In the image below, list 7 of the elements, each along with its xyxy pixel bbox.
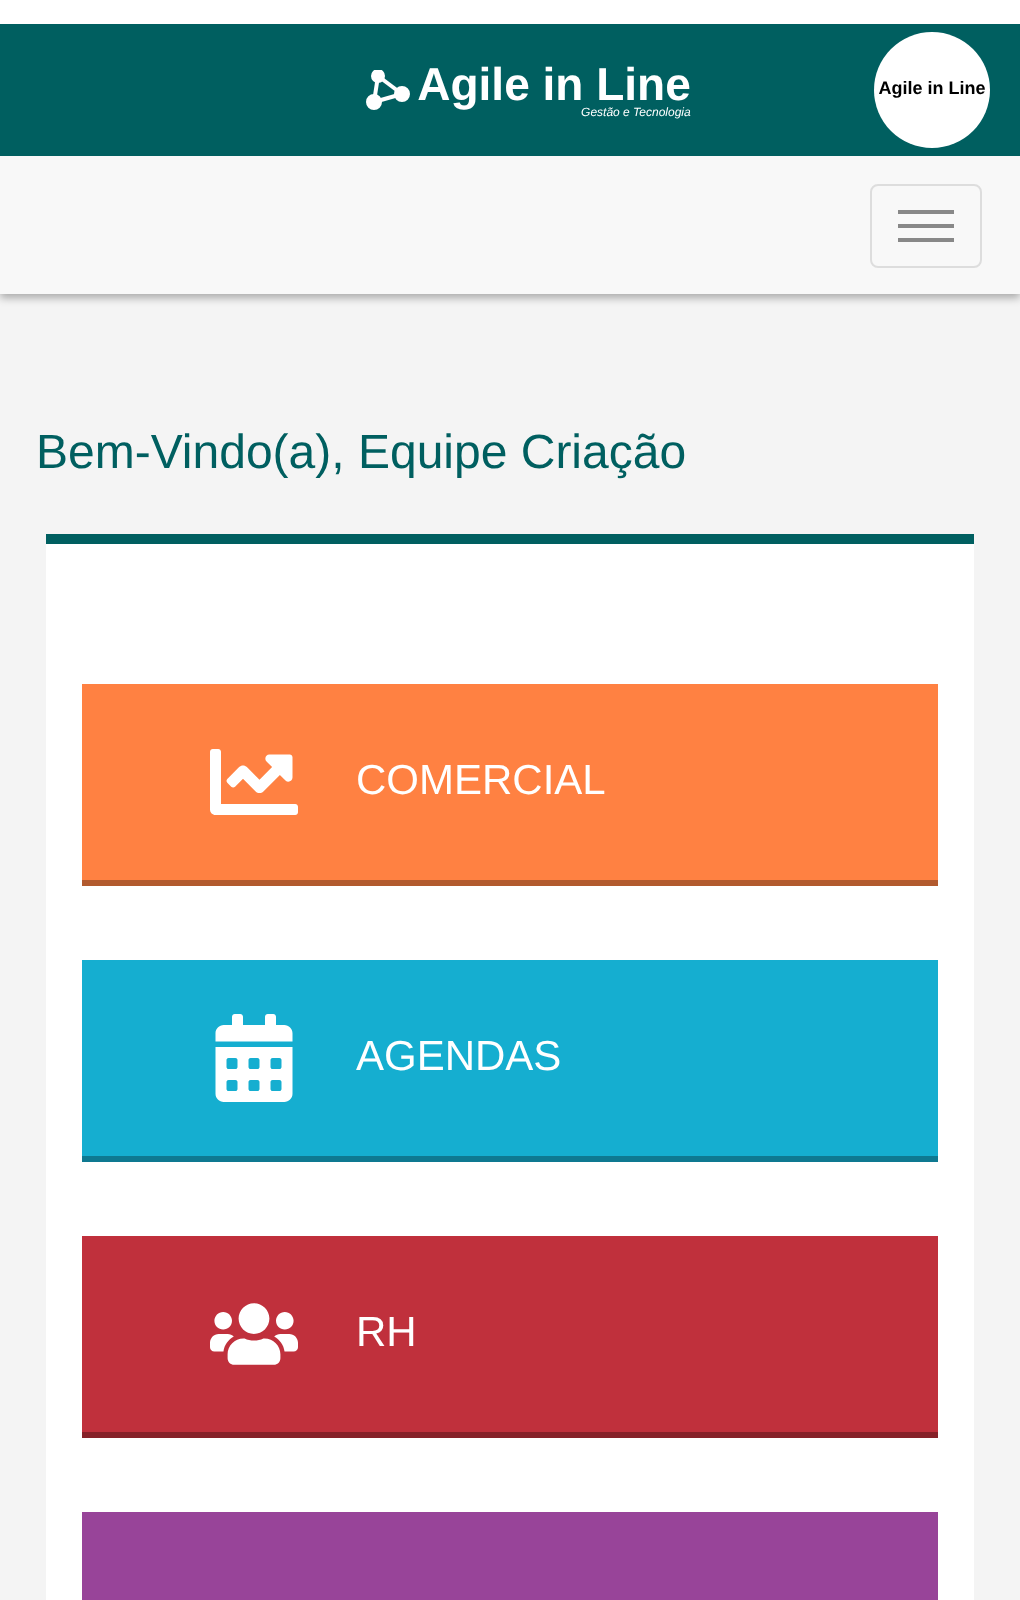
brand-name: Agile in Line (417, 61, 691, 107)
menu-button[interactable] (870, 183, 982, 267)
avatar[interactable]: Agile in Line (874, 32, 990, 148)
module-tile[interactable]: RH (82, 1236, 938, 1438)
calendar-icon (210, 1014, 298, 1102)
network-logo-icon (365, 70, 410, 110)
greeting: Bem-Vindo(a), Equipe Criação (36, 424, 689, 484)
